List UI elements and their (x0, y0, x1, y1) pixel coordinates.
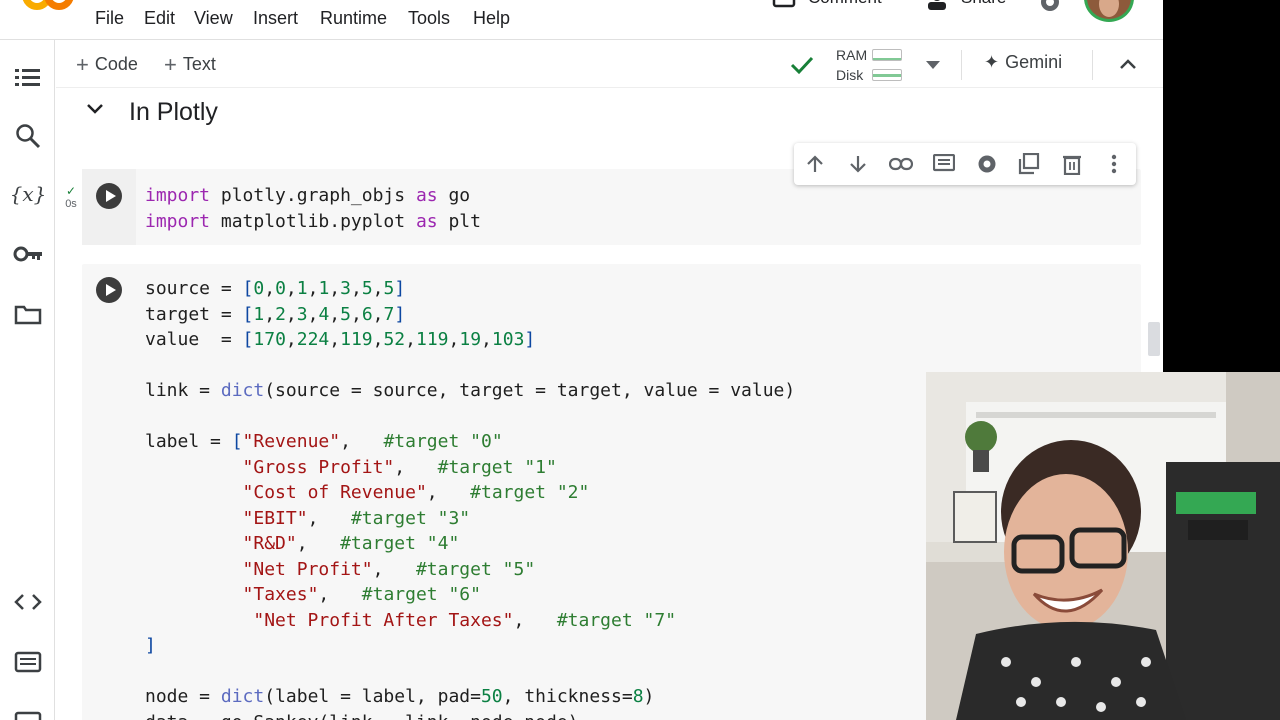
connected-check-icon (790, 56, 814, 75)
code-editor[interactable]: import plotly.graph_objs as go import ma… (145, 183, 481, 234)
execution-status: ✓ 0s (60, 184, 82, 210)
menu-file[interactable]: File (95, 8, 124, 29)
menu-tools[interactable]: Tools (408, 8, 450, 29)
table-of-contents-icon[interactable] (12, 62, 44, 94)
chevron-down-icon[interactable] (86, 103, 104, 115)
comment-icon (772, 0, 796, 8)
add-text-cell-button[interactable]: + Text (164, 52, 216, 78)
settings-gear-icon[interactable] (974, 152, 1000, 176)
resource-monitor[interactable]: RAM Disk (836, 45, 906, 85)
ram-bar (872, 49, 902, 61)
chevron-up-icon[interactable] (1119, 58, 1137, 70)
add-text-label: Text (182, 54, 216, 74)
search-icon[interactable] (12, 120, 44, 152)
plus-icon: + (76, 52, 89, 77)
execution-time: 0s (65, 198, 77, 210)
folder-icon[interactable] (12, 298, 44, 330)
move-down-icon[interactable] (845, 152, 871, 176)
cell-toolbar (794, 143, 1136, 185)
check-icon: ✓ (65, 184, 77, 198)
disk-bar (872, 69, 902, 81)
terminal-icon[interactable] (12, 704, 44, 720)
run-cell-button[interactable] (96, 277, 122, 303)
variables-icon[interactable]: {x} (10, 178, 47, 210)
runtime-dropdown-icon[interactable] (925, 60, 941, 70)
menu-runtime[interactable]: Runtime (320, 8, 387, 29)
avatar[interactable] (1084, 0, 1134, 22)
colab-logo[interactable] (22, 0, 74, 10)
notebook-toolbar: + Code + Text RAM Disk ✦ Gemini (56, 40, 1163, 88)
code-snippets-icon[interactable] (12, 586, 44, 618)
menu-edit[interactable]: Edit (144, 8, 175, 29)
share-label: Share (961, 0, 1006, 8)
mirror-cell-icon[interactable] (1016, 152, 1042, 176)
run-cell-button[interactable] (96, 183, 122, 209)
scrollbar-thumb[interactable] (1148, 322, 1160, 356)
webcam-overlay (926, 372, 1280, 720)
add-code-cell-button[interactable]: + Code (76, 52, 138, 78)
toolbar-divider (961, 50, 962, 80)
person-icon (928, 0, 946, 10)
code-editor[interactable]: source = [0,0,1,1,3,5,5] target = [1,2,3… (145, 276, 795, 720)
section-heading[interactable]: In Plotly (129, 98, 218, 127)
comment-label: Comment (808, 0, 882, 8)
add-code-label: Code (94, 54, 138, 74)
gemini-button[interactable]: ✦ Gemini (984, 52, 1062, 73)
menu-help[interactable]: Help (473, 8, 510, 29)
left-sidebar: {x} (0, 40, 55, 720)
delete-icon[interactable] (1059, 152, 1085, 176)
sparkle-icon: ✦ (984, 52, 1000, 72)
presenter-video (926, 372, 1280, 720)
gemini-label: Gemini (1005, 52, 1063, 72)
command-palette-icon[interactable] (12, 646, 44, 678)
ram-label: RAM (836, 47, 868, 63)
move-up-icon[interactable] (802, 152, 828, 176)
comment-icon[interactable] (931, 152, 957, 176)
disk-label: Disk (836, 67, 864, 83)
menu-insert[interactable]: Insert (253, 8, 298, 29)
key-icon[interactable] (12, 238, 44, 270)
gear-icon[interactable] (1038, 0, 1062, 16)
menu-view[interactable]: View (194, 8, 233, 29)
more-vert-icon[interactable] (1101, 152, 1127, 176)
toolbar-divider (1092, 50, 1093, 80)
plus-icon: + (164, 52, 177, 77)
link-icon[interactable] (888, 152, 914, 176)
menu-bar: File Edit View Insert Runtime Tools Help… (0, 0, 1163, 40)
